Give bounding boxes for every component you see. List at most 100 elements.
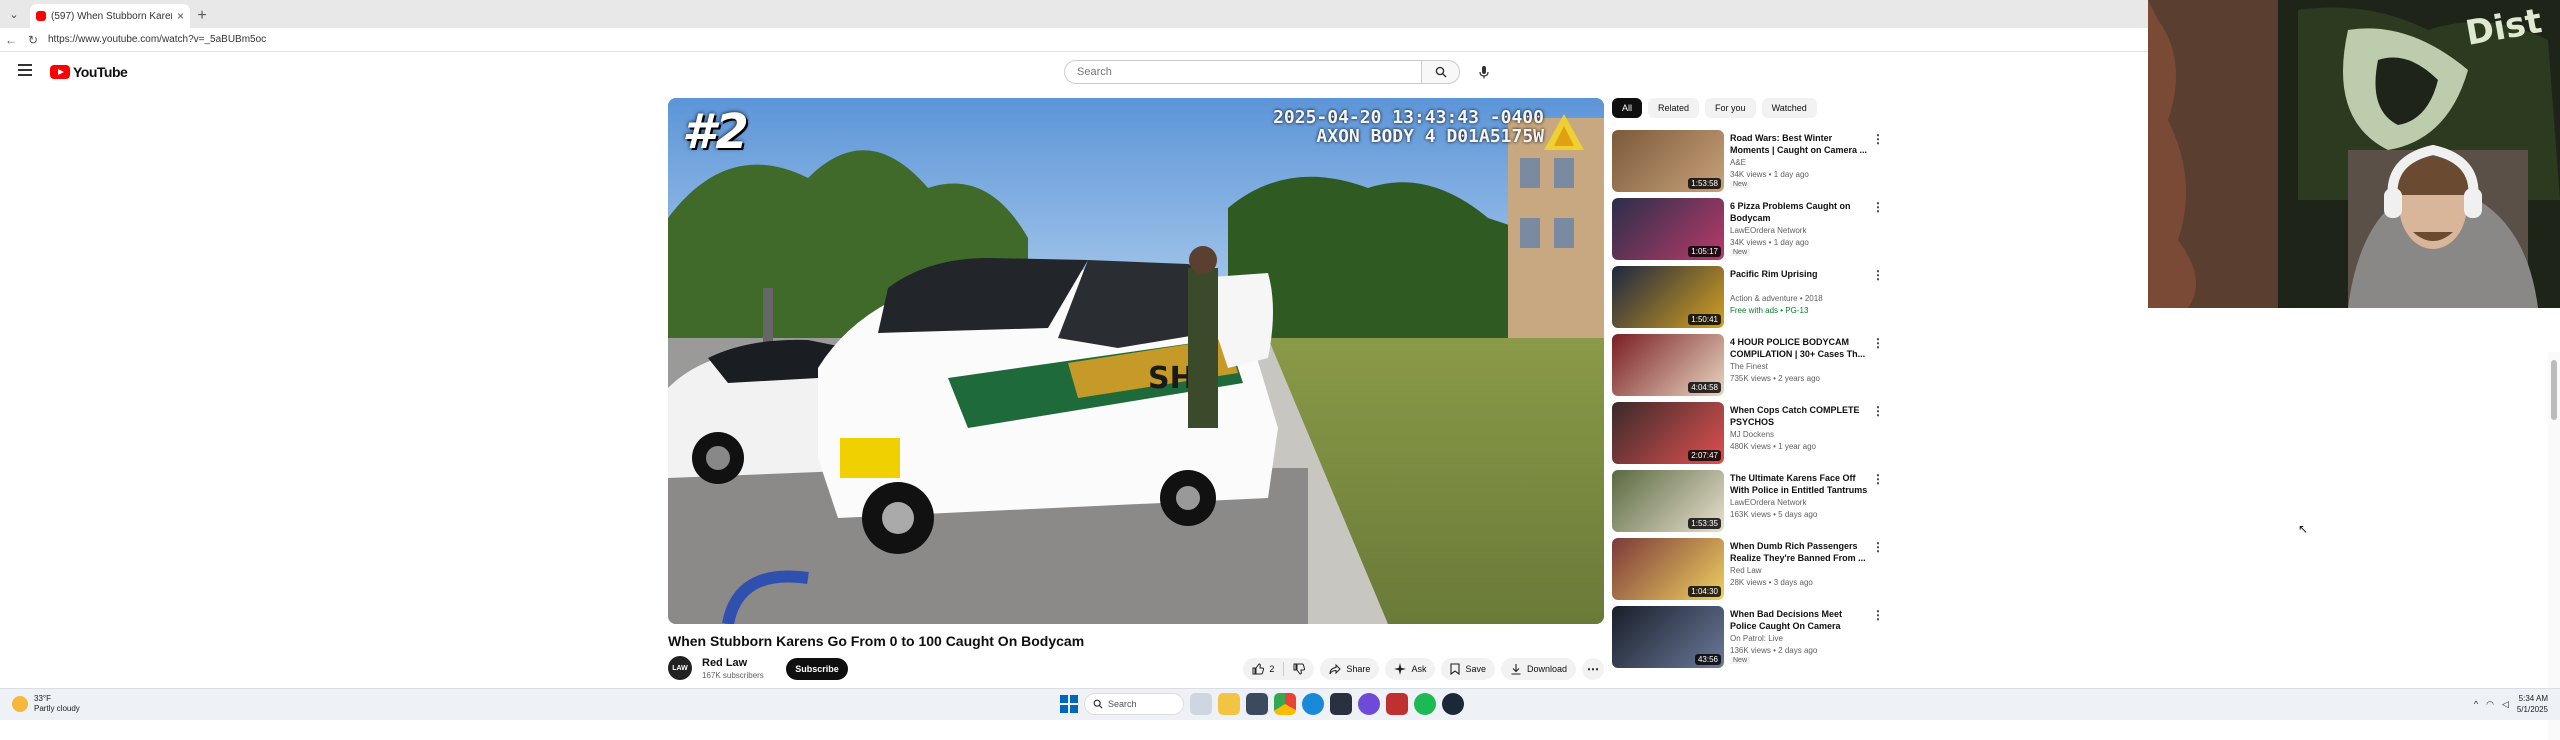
chrome-icon[interactable] [1274,693,1296,715]
task-view-icon[interactable] [1190,693,1212,715]
recommendation-meta: 480K views • 1 year ago [1730,442,1816,451]
chip-for-you[interactable]: For you [1705,98,1756,118]
recommendation-thumbnail[interactable]: 43:56 [1612,606,1724,668]
chip-all[interactable]: All [1612,98,1643,118]
bodycam-timestamp-line1: 2025-04-20 13:43:43 -0400 [1273,107,1544,128]
scrollbar-thumb[interactable] [2551,360,2557,420]
new-tab-button[interactable]: + [190,4,214,28]
recommendation-title[interactable]: 6 Pizza Problems Caught on Bodycam [1730,200,1870,224]
video-player[interactable]: SHE #2 2025-04-20 13:43:43 -0400 AXON BO… [668,98,1604,624]
recommendation-item[interactable]: 1:04:30 When Dumb Rich Passengers Realize… [1612,538,1892,606]
address-bar: ← ↻ https://www.youtube.com/watch?v=_5aB… [0,28,2148,52]
voice-search-button[interactable] [1472,60,1496,84]
search-input[interactable]: Search [1064,60,1422,84]
refresh-icon[interactable]: ↻ [22,33,44,47]
download-button[interactable]: Download [1500,658,1576,680]
recommendation-title[interactable]: The Ultimate Karens Face Off With Police… [1730,472,1870,496]
share-button[interactable]: Share [1320,658,1380,680]
taskbar-search[interactable]: Search [1084,693,1184,715]
url-field[interactable]: https://www.youtube.com/watch?v=_5aBUBm5… [48,34,266,45]
recommendation-thumbnail[interactable]: 1:05:17 [1612,198,1724,260]
dislike-button[interactable] [1284,658,1314,680]
recommendation-item[interactable]: 1:50:41 Pacific Rim Uprising Action & adve… [1612,266,1892,334]
recommendation-channel[interactable]: Red Law [1730,566,1762,575]
recommendation-channel[interactable]: MJ Dockens [1730,430,1774,439]
spotify-icon[interactable] [1414,693,1436,715]
recommendation-thumbnail[interactable]: 4:04:58 [1612,334,1724,396]
recommendation-title[interactable]: When Cops Catch COMPLETE PSYCHOS [1730,404,1870,428]
bodycam-timestamp-line2: AXON BODY 4 D01A5175W [1316,126,1544,147]
chip-related[interactable]: Related [1648,98,1700,118]
recommendation-thumbnail[interactable]: 1:53:35 [1612,470,1724,532]
channel-avatar[interactable]: LAW [668,656,692,680]
rank-overlay-text: #2 [682,104,749,160]
save-label: Save [1465,664,1486,674]
windows-start-icon[interactable] [1060,695,1078,713]
recommendation-channel[interactable]: Action & adventure • 2018 [1730,294,1823,303]
recommendation-channel[interactable]: LawEOrdera Network [1730,226,1806,235]
recommendation-more-icon[interactable]: ⋮ [1872,268,1884,282]
recommendation-more-icon[interactable]: ⋮ [1872,472,1884,486]
recommendation-item[interactable]: 2:07:47 When Cops Catch COMPLETE PSYCHOS M… [1612,402,1892,470]
volume-icon[interactable]: ◁ [2502,699,2509,710]
browser-icon[interactable] [1358,693,1380,715]
wifi-icon[interactable]: ◠ [2486,699,2494,710]
recommendation-thumbnail[interactable]: 1:50:41 [1612,266,1724,328]
youtube-logo[interactable]: YouTube [50,64,128,80]
recommendation-more-icon[interactable]: ⋮ [1872,608,1884,622]
ask-button[interactable]: Ask [1385,658,1436,680]
recommendation-more-icon[interactable]: ⋮ [1872,200,1884,214]
more-actions-icon[interactable]: ⋯ [1582,658,1604,680]
channel-name[interactable]: Red Law [702,657,747,669]
recommendation-thumbnail[interactable]: 1:53:58 [1612,130,1724,192]
search-button[interactable] [1422,60,1460,84]
recommendation-more-icon[interactable]: ⋮ [1872,132,1884,146]
recommendation-meta: 136K views • 2 days ago [1730,646,1818,655]
file-explorer-icon[interactable] [1218,693,1240,715]
recommendation-title[interactable]: Pacific Rim Uprising [1730,268,1870,280]
recommendation-channel[interactable]: LawEOrdera Network [1730,498,1806,507]
app-icon[interactable] [1246,693,1268,715]
channel-subscriber-count: 167K subscribers [702,671,764,680]
video-frame: SHE [668,98,1604,624]
recommendation-channel[interactable]: The Finest [1730,362,1768,371]
store-icon[interactable] [1330,693,1352,715]
edge-icon[interactable] [1302,693,1324,715]
clock[interactable]: 5:34 AM 5/1/2025 [2517,693,2548,715]
recommendation-item[interactable]: 43:56 When Bad Decisions Meet Police Caug… [1612,606,1892,674]
subscribe-button[interactable]: Subscribe [786,658,848,680]
steam-icon[interactable] [1442,693,1464,715]
chip-watched[interactable]: Watched [1761,98,1817,118]
recommendation-item[interactable]: 1:53:35 The Ultimate Karens Face Off With… [1612,470,1892,538]
recommendation-item[interactable]: 1:05:17 6 Pizza Problems Caught on Bodyca… [1612,198,1892,266]
browser-tab[interactable]: (597) When Stubborn Karens × [30,4,190,28]
tab-list-chevron-icon[interactable]: ⌄ [0,0,28,28]
back-arrow-icon[interactable]: ← [0,33,22,47]
like-button[interactable]: 2 [1243,658,1283,680]
recommendation-channel[interactable]: A&E [1730,158,1746,167]
ask-label: Ask [1411,664,1427,674]
page-scrollbar[interactable] [2548,352,2560,740]
recommendation-thumbnail[interactable]: 1:04:30 [1612,538,1724,600]
recommendation-channel[interactable]: On Patrol: Live [1730,634,1783,643]
tray-chevron-icon[interactable]: ^ [2474,699,2478,709]
recommendation-more-icon[interactable]: ⋮ [1872,540,1884,554]
recommendation-title[interactable]: 4 HOUR POLICE BODYCAM COMPILATION | 30+ … [1730,336,1870,360]
recommendation-item[interactable]: 1:53:58 Road Wars: Best Winter Moments | … [1612,130,1892,198]
recommendation-title[interactable]: When Dumb Rich Passengers Realize They'r… [1730,540,1870,564]
recommendation-title[interactable]: Road Wars: Best Winter Moments | Caught … [1730,132,1870,156]
close-tab-icon[interactable]: × [177,9,184,23]
menu-icon[interactable] [18,64,32,76]
save-button[interactable]: Save [1441,658,1495,680]
video-actions: 2 Share Ask Save Download ⋯ [1243,658,1604,680]
recommendation-item[interactable]: 4:04:58 4 HOUR POLICE BODYCAM COMPILATION… [1612,334,1892,402]
recommendation-meta: 34K views • 1 day ago [1730,170,1809,179]
weather-widget[interactable]: 33°F Partly cloudy [12,694,80,714]
recommendation-more-icon[interactable]: ⋮ [1872,404,1884,418]
recommendation-more-icon[interactable]: ⋮ [1872,336,1884,350]
taskbar-search-label: Search [1108,699,1137,709]
recommendation-duration: 1:50:41 [1688,314,1721,325]
recommendation-title[interactable]: When Bad Decisions Meet Police Caught On… [1730,608,1870,632]
recording-app-icon[interactable] [1386,693,1408,715]
recommendation-thumbnail[interactable]: 2:07:47 [1612,402,1724,464]
